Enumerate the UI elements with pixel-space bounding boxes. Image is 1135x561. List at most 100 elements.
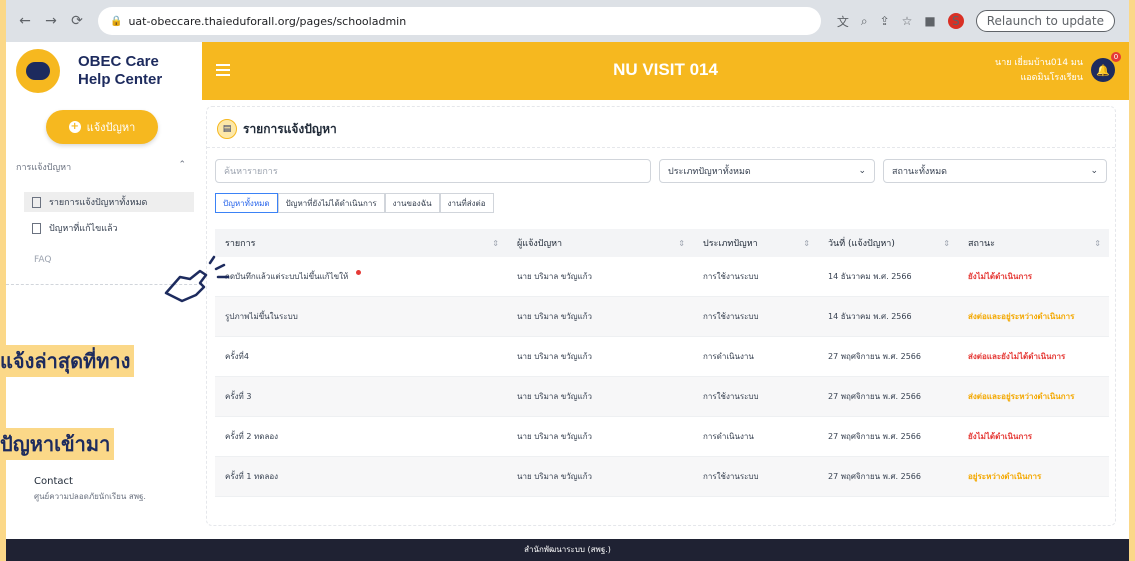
- pointing-hand-icon: [164, 255, 230, 303]
- annotation-line2: ปัญหาเข้ามา: [0, 428, 115, 460]
- status-filter-value: สถานะทั้งหมด: [892, 167, 948, 177]
- bookmark-star-icon[interactable]: ☆: [902, 14, 913, 28]
- sidebar-item-faq[interactable]: FAQ: [34, 255, 51, 265]
- share-icon[interactable]: ⇪: [880, 14, 890, 28]
- cell-item: ครั้งที่4: [225, 352, 249, 361]
- cell-status: ส่งต่อและยังไม่ได้ดำเนินการ: [968, 352, 1066, 361]
- column-header-item[interactable]: รายการ ⇕: [215, 229, 507, 257]
- column-header-reporter[interactable]: ผู้แจ้งปัญหา ⇕: [507, 229, 693, 257]
- cell-status: ส่งต่อและอยู่ระหว่างดำเนินการ: [968, 392, 1075, 401]
- column-header-label: วันที่ (แจ้งปัญหา): [828, 239, 895, 249]
- forward-icon[interactable]: →: [40, 10, 62, 32]
- cell-type: การใช้งานระบบ: [703, 392, 759, 401]
- footer: สำนักพัฒนาระบบ (สพฐ.): [6, 539, 1129, 561]
- column-header-label: รายการ: [225, 239, 256, 249]
- annotation-line1: แจ้งล่าสุดที่ทาง: [0, 345, 135, 377]
- card-divider: [207, 147, 1115, 148]
- bell-icon[interactable]: 🔔: [1091, 58, 1115, 82]
- cell-item: ครั้งที่ 3: [225, 392, 252, 401]
- user-name: นาย เยี่ยมบ้าน014 มน: [995, 58, 1083, 68]
- contact-title: Contact: [34, 476, 73, 487]
- cell-reporter: นาย บริมาล ขวัญแก้ว: [517, 432, 593, 441]
- cell-type: การใช้งานระบบ: [703, 472, 759, 481]
- table-row[interactable]: ครั้งที่4 นาย บริมาล ขวัญแก้ว การดำเนินง…: [215, 337, 1109, 377]
- cell-reporter: นาย บริมาล ขวัญแก้ว: [517, 352, 593, 361]
- cell-type: การใช้งานระบบ: [703, 272, 759, 281]
- sidebar-section-header[interactable]: การแจ้งปัญหา ⌃: [16, 160, 186, 174]
- sidepanel-icon[interactable]: ■: [924, 14, 935, 28]
- cell-item-text: กดบันทึกแล้วแต่ระบบไม่ขึ้นแก้ไขให้: [225, 272, 349, 281]
- profile-avatar[interactable]: S: [947, 13, 964, 29]
- chat-bubble-logo-icon: [16, 49, 60, 93]
- cell-type: การใช้งานระบบ: [703, 312, 759, 321]
- cell-type: การดำเนินงาน: [703, 352, 754, 361]
- sort-icon: ⇕: [492, 238, 499, 248]
- report-problem-label: แจ้งปัญหา: [86, 121, 136, 134]
- new-indicator-dot: [356, 270, 362, 275]
- tab-all-problems[interactable]: ปัญหาทั้งหมด: [215, 193, 278, 213]
- table-row[interactable]: กดบันทึกแล้วแต่ระบบไม่ขึ้นแก้ไขให้ นาย บ…: [215, 257, 1109, 297]
- sidebar-item-label: ปัญหาที่แก้ไขแล้ว: [49, 224, 118, 234]
- type-filter-select[interactable]: ประเภทปัญหาทั้งหมด ⌄: [659, 159, 875, 183]
- document-icon: [32, 196, 41, 208]
- notification-badge: 0: [1111, 52, 1121, 62]
- column-header-label: ผู้แจ้งปัญหา: [517, 239, 563, 249]
- card-title-text: รายการแจ้งปัญหา: [243, 121, 337, 136]
- table-row[interactable]: ครั้งที่ 2 ทดลอง นาย บริมาล ขวัญแก้ว การ…: [215, 417, 1109, 457]
- column-header-label: สถานะ: [968, 239, 995, 249]
- tab-my-tasks[interactable]: งานของฉัน: [384, 193, 440, 213]
- tab-unprocessed[interactable]: ปัญหาที่ยังไม่ได้ดำเนินการ: [277, 193, 385, 213]
- plus-icon: +: [68, 121, 81, 133]
- table-row[interactable]: ครั้งที่ 3 นาย บริมาล ขวัญแก้ว การใช้งาน…: [215, 377, 1109, 417]
- report-problem-button[interactable]: + แจ้งปัญหา: [46, 110, 158, 144]
- sort-icon: ⇕: [803, 238, 810, 248]
- cell-item: ครั้งที่ 2 ทดลอง: [225, 432, 279, 441]
- cell-status: ยังไม่ได้ดำเนินการ: [968, 432, 1033, 441]
- sort-icon: ⇕: [1094, 238, 1101, 248]
- cell-date: 27 พฤศจิกายน พ.ศ. 2566: [828, 392, 921, 401]
- cell-type: การดำเนินงาน: [703, 432, 754, 441]
- sidebar-item-all-reports[interactable]: รายการแจ้งปัญหาทั้งหมด: [24, 192, 194, 212]
- cell-date: 27 พฤศจิกายน พ.ศ. 2566: [828, 432, 921, 441]
- translate-icon[interactable]: 文: [837, 13, 849, 30]
- relaunch-button[interactable]: Relaunch to update: [975, 10, 1115, 32]
- browser-toolbar: ← → ⟳ 🔒 uat-obeccare.thaieduforall.org/p…: [6, 0, 1129, 42]
- search-input[interactable]: ค้นหารายการ: [215, 159, 651, 183]
- column-header-type[interactable]: ประเภทปัญหา ⇕: [693, 229, 818, 257]
- cell-date: 27 พฤศจิกายน พ.ศ. 2566: [828, 352, 921, 361]
- reload-icon[interactable]: ⟳: [66, 10, 88, 32]
- cell-status: อยู่ระหว่างดำเนินการ: [968, 472, 1042, 481]
- table-row[interactable]: ครั้งที่ 1 ทดลอง นาย บริมาล ขวัญแก้ว การ…: [215, 457, 1109, 497]
- list-icon: ▤: [217, 119, 237, 139]
- tab-bar: ปัญหาทั้งหมด ปัญหาที่ยังไม่ได้ดำเนินการ …: [215, 193, 494, 213]
- column-header-status[interactable]: สถานะ ⇕: [958, 229, 1109, 257]
- cell-reporter: นาย บริมาล ขวัญแก้ว: [517, 392, 593, 401]
- zoom-icon[interactable]: ⌕: [861, 14, 868, 29]
- user-info[interactable]: นาย เยี่ยมบ้าน014 มน แอดมินโรงเรียน: [995, 56, 1083, 86]
- cell-status: ยังไม่ได้ดำเนินการ: [968, 272, 1033, 281]
- column-header-date[interactable]: วันที่ (แจ้งปัญหา) ⇕: [818, 229, 958, 257]
- table-row[interactable]: รูปภาพไม่ขึ้นในระบบ นาย บริมาล ขวัญแก้ว …: [215, 297, 1109, 337]
- brand-line2: Help Center: [78, 71, 163, 88]
- type-filter-value: ประเภทปัญหาทั้งหมด: [668, 167, 751, 177]
- tab-forwarded[interactable]: งานที่ส่งต่อ: [439, 193, 494, 213]
- url-text: uat-obeccare.thaieduforall.org/pages/sch…: [128, 14, 407, 28]
- sidebar-item-resolved[interactable]: ปัญหาที่แก้ไขแล้ว: [24, 218, 194, 238]
- status-filter-select[interactable]: สถานะทั้งหมด ⌄: [883, 159, 1107, 183]
- cell-item: กดบันทึกแล้วแต่ระบบไม่ขึ้นแก้ไขให้: [215, 270, 507, 283]
- table-header: รายการ ⇕ ผู้แจ้งปัญหา ⇕ ประเภทปัญหา ⇕ วันที…: [215, 229, 1109, 257]
- cell-reporter: นาย บริมาล ขวัญแก้ว: [517, 312, 593, 321]
- cell-date: 14 ธันวาคม พ.ศ. 2566: [828, 312, 912, 321]
- cell-date: 27 พฤศจิกายน พ.ศ. 2566: [828, 472, 921, 481]
- page-title: NU VISIT 014: [613, 60, 718, 79]
- address-bar[interactable]: 🔒 uat-obeccare.thaieduforall.org/pages/s…: [98, 7, 821, 35]
- cell-date: 14 ธันวาคม พ.ศ. 2566: [828, 272, 912, 281]
- sidebar-section-label: การแจ้งปัญหา: [16, 163, 72, 173]
- contact-subtitle: ศูนย์ความปลอดภัยนักเรียน สพฐ.: [34, 492, 146, 501]
- brand: OBEC Care Help Center: [6, 42, 202, 100]
- back-icon[interactable]: ←: [14, 10, 36, 32]
- user-role: แอดมินโรงเรียน: [1020, 73, 1083, 83]
- cell-item: รูปภาพไม่ขึ้นในระบบ: [225, 312, 298, 321]
- cell-reporter: นาย บริมาล ขวัญแก้ว: [517, 272, 593, 281]
- cell-status: ส่งต่อและอยู่ระหว่างดำเนินการ: [968, 312, 1075, 321]
